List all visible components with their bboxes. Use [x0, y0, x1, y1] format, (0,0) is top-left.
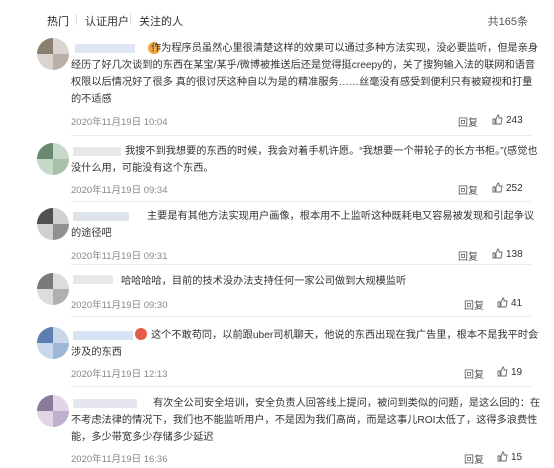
like-button[interactable]: 41 — [497, 297, 522, 309]
tab-divider — [76, 14, 77, 25]
comment-text: 主要是有其他方法实现用户画像，根本用不上监听这种既耗电又容易被发现和引起争议的途… — [71, 211, 535, 239]
like-count: 138 — [506, 249, 523, 260]
divider — [71, 135, 532, 136]
avatar[interactable] — [37, 273, 69, 305]
like-button[interactable]: 15 — [497, 451, 522, 463]
comment-text: 我搜不到我想要的东西的时候，我会对着手机许愿。“我想要一个带轮子的长方书柜。”(… — [71, 146, 538, 174]
reply-button[interactable]: 回复 — [458, 248, 478, 263]
comment-item: 哈哈哈哈，目前的技术没办法支持任何一家公司做到大规模监听 2020年11月19日… — [0, 267, 554, 317]
comment-item: ! 作为程序员虽然心里很清楚这样的效果可以通过多种方法实现，没必要监听，但是亲身… — [0, 36, 554, 136]
reply-button[interactable]: 回复 — [464, 366, 484, 381]
like-count: 41 — [511, 298, 523, 309]
comment-text: 有次全公司安全培训，安全负责人回答线上提问，被问到类似的问题，是这么回的：在不考… — [71, 398, 541, 443]
reply-button[interactable]: 回复 — [464, 297, 484, 312]
avatar[interactable] — [37, 395, 69, 427]
like-count: 252 — [506, 183, 523, 194]
reply-button[interactable]: 回复 — [458, 114, 478, 129]
comment-text: 哈哈哈哈，目前的技术没办法支持任何一家公司做到大规模监听 — [121, 276, 407, 287]
comment-item: 我搜不到我想要的东西的时候，我会对着手机许愿。“我想要一个带轮子的长方书柜。”(… — [0, 137, 554, 202]
comment-time: 2020年11月19日 16:36 — [71, 454, 168, 465]
comment-time: 2020年11月19日 09:30 — [71, 300, 168, 311]
thumbs-up-icon — [492, 248, 503, 259]
avatar[interactable] — [37, 208, 69, 240]
avatar[interactable] — [37, 143, 69, 175]
like-button[interactable]: 243 — [492, 114, 523, 126]
thumbs-up-icon — [497, 366, 508, 377]
thumbs-up-icon — [497, 451, 508, 462]
avatar[interactable] — [37, 38, 69, 70]
divider — [71, 386, 532, 387]
like-button[interactable]: 138 — [492, 248, 523, 260]
comment-item: 这个不敢苟同，以前跟uber司机聊天，他说的东西出现在我广告里，根本不是我平时会… — [0, 321, 554, 387]
comment-item: 有次全公司安全培训，安全负责人回答线上提问，被问到类似的问题，是这么回的：在不考… — [0, 389, 554, 468]
like-count: 19 — [511, 367, 523, 378]
like-count: 243 — [506, 115, 523, 126]
like-button[interactable]: 252 — [492, 182, 523, 194]
tab-following[interactable]: 关注的人 — [139, 13, 183, 29]
comment-item: 主要是有其他方法实现用户画像，根本用不上监听这种既耗电又容易被发现和引起争议的途… — [0, 202, 554, 265]
thumbs-up-icon — [492, 182, 503, 193]
thumbs-up-icon — [497, 297, 508, 308]
divider — [71, 316, 532, 317]
comment-time: 2020年11月19日 10:04 — [71, 117, 168, 128]
comments-header: 热门 认证用户 关注的人 共165条 — [0, 0, 554, 30]
comment-count: 共165条 — [487, 16, 528, 28]
tab-hot[interactable]: 热门 — [47, 13, 69, 29]
comment-time: 2020年11月19日 09:34 — [71, 185, 168, 196]
divider — [71, 264, 532, 265]
like-count: 15 — [511, 452, 523, 463]
tab-divider — [130, 14, 131, 25]
tab-verified-users[interactable]: 认证用户 — [85, 13, 129, 29]
like-button[interactable]: 19 — [497, 366, 522, 378]
comment-text: 作为程序员虽然心里很清楚这样的效果可以通过多种方法实现，没必要监听，但是亲身经历… — [71, 43, 539, 105]
comment-time: 2020年11月19日 12:13 — [71, 369, 168, 380]
thumbs-up-icon — [492, 114, 503, 125]
reply-button[interactable]: 回复 — [458, 182, 478, 197]
comment-text: 这个不敢苟同，以前跟uber司机聊天，他说的东西出现在我广告里，根本不是我平时会… — [71, 330, 539, 358]
avatar[interactable] — [37, 327, 69, 359]
reply-button[interactable]: 回复 — [464, 451, 484, 466]
comment-time: 2020年11月19日 09:31 — [71, 251, 168, 262]
